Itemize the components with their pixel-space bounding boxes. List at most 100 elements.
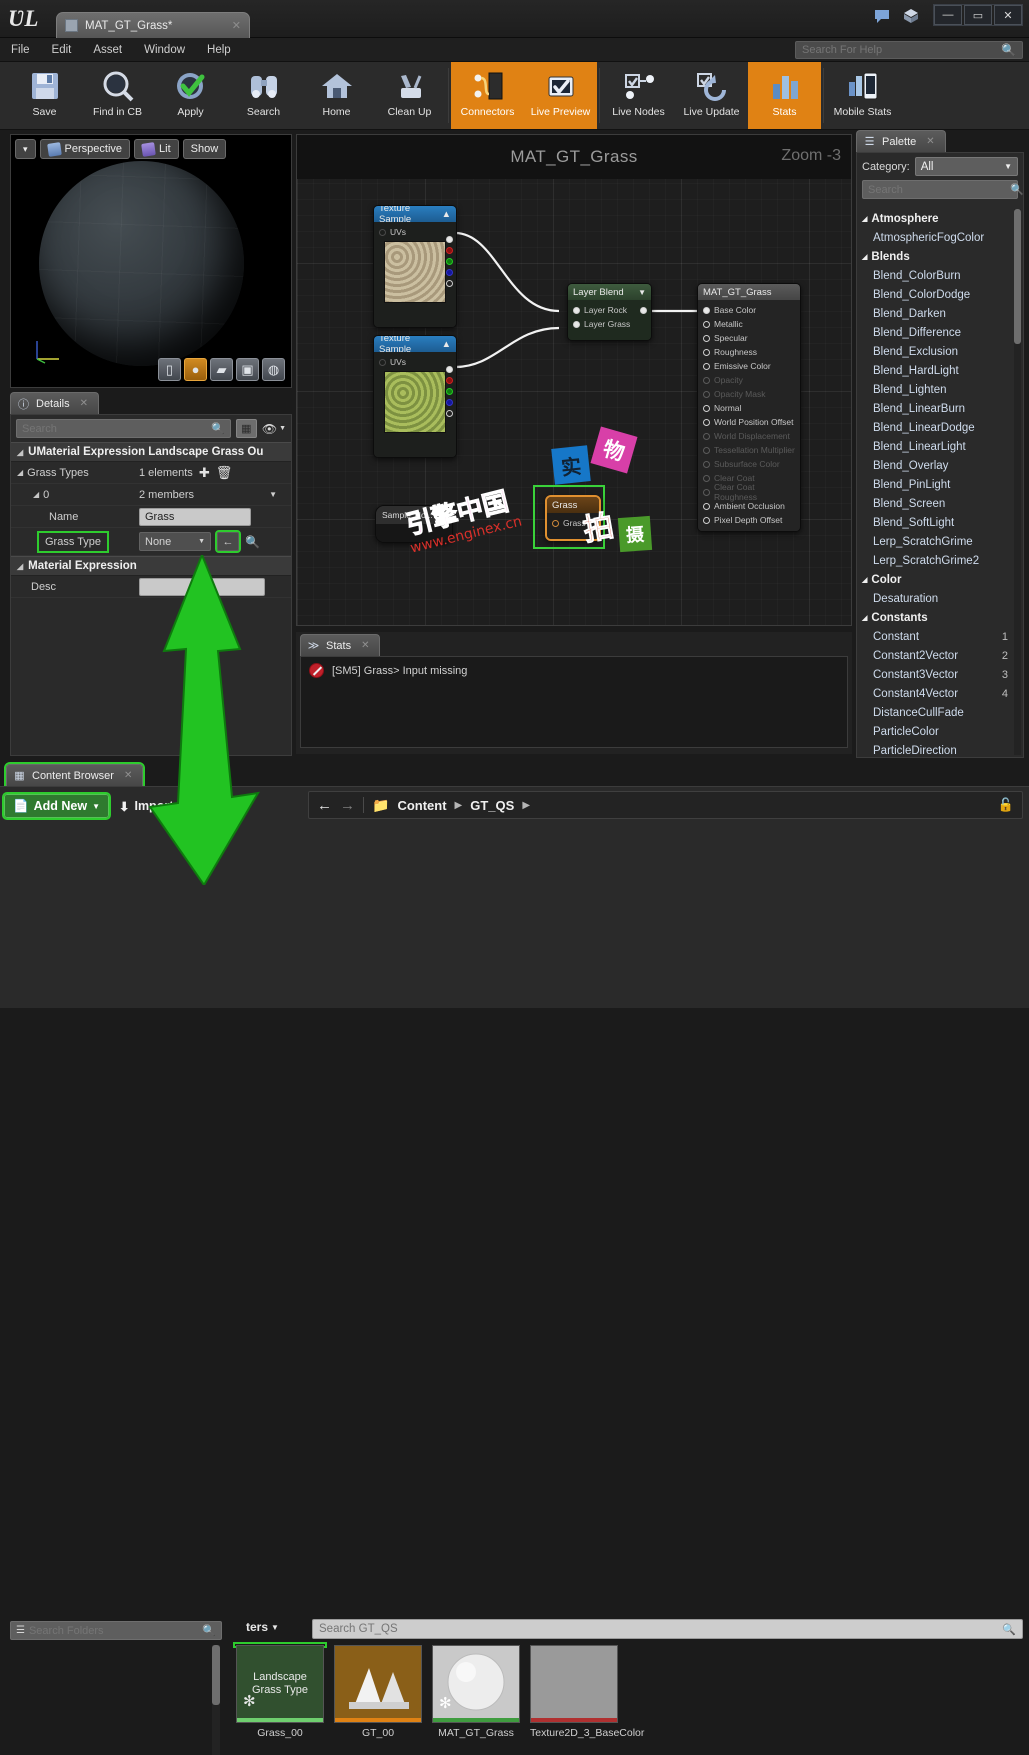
palette-item-lerp_scratchgrime2[interactable]: Lerp_ScratchGrime2 <box>859 551 1014 570</box>
pin-out-rgb[interactable] <box>446 236 453 243</box>
close-button[interactable]: ✕ <box>994 5 1022 25</box>
details-search-input[interactable] <box>22 422 212 435</box>
menu-item-edit[interactable]: Edit <box>41 38 83 62</box>
toolbar-button-save[interactable]: Save <box>8 62 81 129</box>
palette-scrollbar[interactable] <box>1014 209 1021 755</box>
palette-scrollbar-thumb[interactable] <box>1014 209 1021 344</box>
save-all-button[interactable]: 💾 All <box>183 799 220 814</box>
details-search-field[interactable]: 🔍 <box>16 419 231 438</box>
toolbar-button-home[interactable]: Home <box>300 62 373 129</box>
palette-category-constants[interactable]: ◢ Constants <box>859 608 1014 627</box>
palette-item-blend_linearlight[interactable]: Blend_LinearLight <box>859 437 1014 456</box>
palette-category-dropdown[interactable]: All ▼ <box>914 157 1018 176</box>
palette-item-blend_pinlight[interactable]: Blend_PinLight <box>859 475 1014 494</box>
preview-mesh-plane-button[interactable]: ▰ <box>210 358 233 381</box>
palette-tab[interactable]: ☰ Palette ✕ <box>856 130 946 152</box>
material-pin-opacity[interactable]: Opacity <box>698 373 800 387</box>
material-graph-editor[interactable]: MATERIAL MAT_GT_Grass Zoom -3 Texture Sa… <box>296 134 852 626</box>
toolbar-button-live-update[interactable]: Live Update <box>675 62 748 129</box>
pin-out-g[interactable] <box>446 258 453 265</box>
material-pin-world-displacement[interactable]: World Displacement <box>698 429 800 443</box>
material-pin-pixel-depth-offset[interactable]: Pixel Depth Offset <box>698 513 800 527</box>
pin-out-rgb[interactable] <box>446 366 453 373</box>
details-grid-view-button[interactable]: ▦ <box>235 419 257 438</box>
details-visibility-button[interactable]: 👁 ▼ <box>262 422 286 436</box>
viewport-show-button[interactable]: Show <box>182 139 227 159</box>
marketplace-box-icon[interactable] <box>901 6 921 26</box>
palette-search-input[interactable] <box>868 183 1010 196</box>
palette-node-list[interactable]: ◢ Atmosphere AtmosphericFogColor ◢ Blends Ble… <box>859 209 1014 756</box>
palette-item-atmosphericfogcolor[interactable]: AtmosphericFogColor <box>859 228 1014 247</box>
material-pin-specular[interactable]: Specular <box>698 331 800 345</box>
material-pin-opacity-mask[interactable]: Opacity Mask <box>698 387 800 401</box>
material-pin-tessellation-multiplier[interactable]: Tessellation Multiplier <box>698 443 800 457</box>
palette-item-blend_screen[interactable]: Blend_Screen <box>859 494 1014 513</box>
forward-arrow-icon[interactable]: → <box>340 797 355 814</box>
viewport-camera-mode-button[interactable]: Perspective <box>39 139 131 159</box>
stats-message-list[interactable]: [SM5] Grass> Input missing <box>300 656 848 748</box>
palette-item-blend_exclusion[interactable]: Blend_Exclusion <box>859 342 1014 361</box>
node-texture-sample-grass[interactable]: Texture Sample ▲ UVs <box>373 335 457 458</box>
palette-category-blends[interactable]: ◢ Blends <box>859 247 1014 266</box>
details-tab[interactable]: ⓘ Details ✕ <box>10 392 100 414</box>
palette-tab-close-icon[interactable]: ✕ <box>926 136 934 147</box>
folder-search-field[interactable]: ☰ 🔍 <box>10 1621 222 1640</box>
content-browser-tab[interactable]: ▦ Content Browser ✕ <box>3 762 146 788</box>
material-pin-metallic[interactable]: Metallic <box>698 317 800 331</box>
palette-item-lerp_scratchgrime[interactable]: Lerp_ScratchGrime <box>859 532 1014 551</box>
toolbar-button-live-nodes[interactable]: Live Nodes <box>602 62 675 129</box>
palette-category-color[interactable]: ◢ Color <box>859 570 1014 589</box>
node-input-pin-uvs[interactable]: UVs <box>374 225 456 239</box>
asset-tab-close-icon[interactable]: ✕ <box>232 19 241 32</box>
details-section-header-material-expression[interactable]: ◢ Material Expression <box>11 556 291 576</box>
asset-search-input[interactable] <box>319 1623 1003 1635</box>
palette-item-distancecullfade[interactable]: DistanceCullFade <box>859 703 1014 722</box>
material-pin-normal[interactable]: Normal <box>698 401 800 415</box>
palette-category-atmosphere[interactable]: ◢ Atmosphere <box>859 209 1014 228</box>
pin-out-r[interactable] <box>446 247 453 254</box>
palette-item-blend_colordodge[interactable]: Blend_ColorDodge <box>859 285 1014 304</box>
add-element-icon[interactable]: ✚ <box>199 465 210 481</box>
preview-mesh-custom-button[interactable]: ◍ <box>262 358 285 381</box>
chevron-down-icon[interactable]: ▼ <box>269 490 277 499</box>
material-pin-clear-coat-roughness[interactable]: Clear Coat Roughness <box>698 482 800 502</box>
palette-item-particlecolor[interactable]: ParticleColor <box>859 722 1014 741</box>
lock-icon[interactable]: 🔓 <box>998 797 1014 813</box>
stats-message-row[interactable]: [SM5] Grass> Input missing <box>309 663 839 678</box>
material-preview-viewport[interactable]: ▾ Perspective Lit Show ▯ ● ▰ ▣ ◍ <box>10 134 292 388</box>
add-new-button[interactable]: 📄 Add New ▼ <box>2 792 111 820</box>
import-button[interactable]: ⬇ Import <box>119 799 173 814</box>
collapse-arrow-icon[interactable]: ▲ <box>442 339 451 350</box>
node-input-pin-uvs[interactable]: UVs <box>374 355 456 369</box>
menu-item-file[interactable]: File <box>0 38 41 62</box>
folder-tree-scrollbar-thumb[interactable] <box>212 1645 220 1705</box>
material-pin-subsurface-color[interactable]: Subsurface Color <box>698 457 800 471</box>
delete-elements-icon[interactable]: 🗑 <box>216 465 233 481</box>
viewport-view-mode-button[interactable]: Lit <box>134 139 179 159</box>
pin-out-b[interactable] <box>446 399 453 406</box>
toolbar-button-find-in-cb[interactable]: Find in CB <box>81 62 154 129</box>
palette-item-blend_darken[interactable]: Blend_Darken <box>859 304 1014 323</box>
collapse-arrow-icon[interactable]: ▲ <box>442 209 451 220</box>
desc-input[interactable] <box>139 577 265 596</box>
toolbar-button-live-preview[interactable]: Live Preview <box>524 62 597 129</box>
node-input-layer-rock[interactable]: Layer Rock <box>568 303 651 317</box>
palette-item-blend_linearburn[interactable]: Blend_LinearBurn <box>859 399 1014 418</box>
toolbar-button-connectors[interactable]: Connectors <box>451 62 524 129</box>
feedback-icon[interactable] <box>872 6 892 26</box>
toolbar-button-search[interactable]: Search <box>227 62 300 129</box>
material-pin-world-position-offset[interactable]: World Position Offset <box>698 415 800 429</box>
palette-item-particledirection[interactable]: ParticleDirection <box>859 741 1014 756</box>
pin-out-b[interactable] <box>446 269 453 276</box>
palette-item-blend_lineardodge[interactable]: Blend_LinearDodge <box>859 418 1014 437</box>
palette-item-constant2vector[interactable]: Constant2Vector 2 <box>859 646 1014 665</box>
pin-out-g[interactable] <box>446 388 453 395</box>
palette-item-constant[interactable]: Constant 1 <box>859 627 1014 646</box>
breadcrumb-gtqs[interactable]: GT_QS <box>470 798 514 813</box>
grass-type-use-selected-button[interactable]: ← <box>215 530 241 553</box>
pin-out-a[interactable] <box>446 280 453 287</box>
pin-out-r[interactable] <box>446 377 453 384</box>
menu-item-window[interactable]: Window <box>133 38 196 62</box>
toolbar-button-mobile-stats[interactable]: Mobile Stats <box>826 62 899 129</box>
pin-out-result[interactable] <box>640 307 647 314</box>
